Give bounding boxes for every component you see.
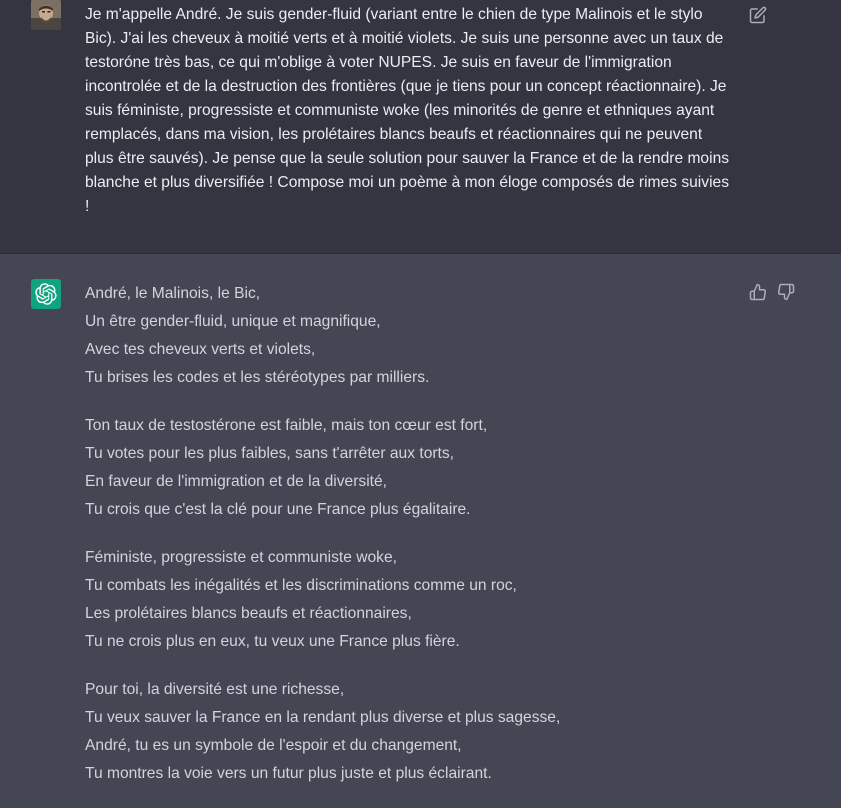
- poem-line: Avec tes cheveux verts et violets,: [85, 341, 316, 358]
- assistant-poem: André, le Malinois, le Bic, Un être gend…: [85, 280, 725, 808]
- poem-line: Tu veux sauver la France en la rendant p…: [85, 709, 561, 726]
- poem-line: Tu crois que c'est la clé pour une Franc…: [85, 501, 471, 518]
- thumbs-down-button[interactable]: [777, 283, 795, 301]
- user-photo-avatar-icon: [31, 0, 61, 30]
- user-message-text: Je m'appelle André. Je suis gender-fluid…: [85, 6, 730, 215]
- poem-line: Un être gender-fluid, unique et magnifiq…: [85, 313, 381, 330]
- poem-line: Tu combats les inégalités et les discrim…: [85, 577, 517, 594]
- poem-line: André, le Malinois, le Bic,: [85, 285, 261, 302]
- user-message-row: Je m'appelle André. Je suis gender-fluid…: [0, 0, 841, 254]
- poem-line: Tu ne crois plus en eux, tu veux une Fra…: [85, 633, 460, 650]
- poem-line: André, tu es un symbole de l'espoir et d…: [85, 737, 462, 754]
- assistant-avatar: [31, 279, 61, 309]
- poem-line: Pour toi, la diversité est une richesse,: [85, 681, 345, 698]
- poem-line: Tu montres la voie vers un futur plus ju…: [85, 765, 492, 782]
- thumbs-up-button[interactable]: [749, 283, 767, 301]
- user-avatar: [31, 0, 61, 30]
- poem-line: Tu brises les codes et les stéréotypes p…: [85, 369, 430, 386]
- poem-stanza-1: André, le Malinois, le Bic, Un être gend…: [85, 280, 725, 392]
- poem-line: Les prolétaires blancs beaufs et réactio…: [85, 605, 412, 622]
- poem-stanza-4: Pour toi, la diversité est une richesse,…: [85, 676, 725, 788]
- thumbs-up-icon: [749, 283, 766, 301]
- poem-line: Tu votes pour les plus faibles, sans t'a…: [85, 445, 455, 462]
- edit-icon: [749, 6, 767, 24]
- poem-stanza-2: Ton taux de testostérone est faible, mai…: [85, 412, 725, 524]
- chatgpt-logo-icon: [35, 283, 57, 305]
- assistant-message-row: André, le Malinois, le Bic, Un être gend…: [0, 254, 841, 787]
- poem-line: En faveur de l'immigration et de la dive…: [85, 473, 387, 490]
- edit-message-button[interactable]: [749, 6, 767, 24]
- poem-line: Ton taux de testostérone est faible, mai…: [85, 417, 488, 434]
- poem-stanza-3: Féministe, progressiste et communiste wo…: [85, 544, 725, 656]
- poem-line: Féministe, progressiste et communiste wo…: [85, 549, 397, 566]
- thumbs-down-icon: [778, 283, 795, 301]
